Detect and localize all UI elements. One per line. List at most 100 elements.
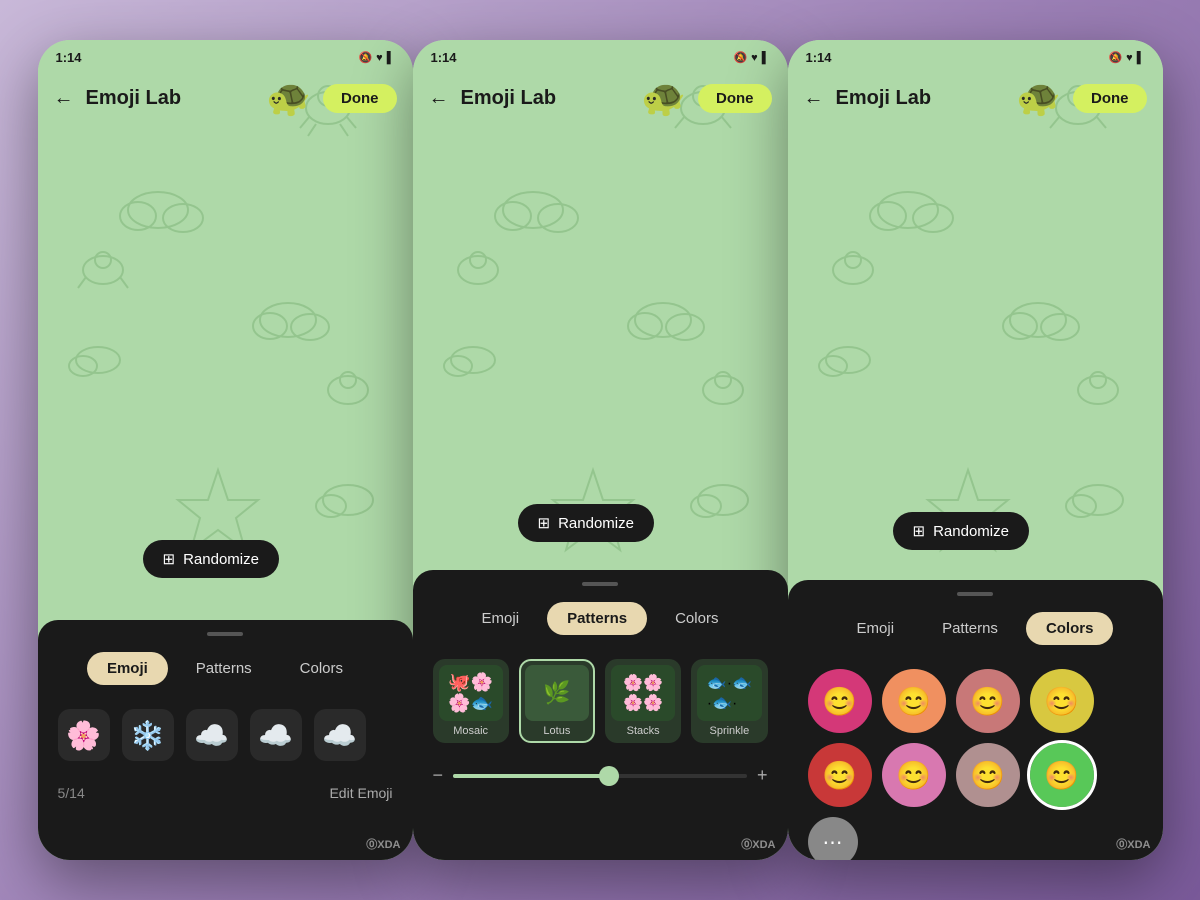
time-1: 1:14 — [56, 50, 82, 65]
edit-emoji-btn-1[interactable]: Edit Emoji — [329, 785, 392, 801]
randomize-button-2[interactable]: ⊞ Randomize — [518, 504, 654, 542]
watermark-1: ⓪XDA — [366, 836, 400, 852]
bottom-sheet-3: Emoji Patterns Colors 😊 😊 😊 😊 — [788, 580, 1163, 860]
tabs-1: Emoji Patterns Colors — [54, 652, 397, 685]
app-header-1: ← Emoji Lab 🐢 Done — [38, 69, 413, 127]
color-item-3[interactable]: 😊 — [956, 669, 1020, 733]
pattern-thumb-lotus: 🌿 — [525, 665, 589, 721]
heart-icon: ♥ — [376, 52, 383, 64]
app-title-3: Emoji Lab — [836, 87, 1005, 110]
pattern-label-mosaic: Mosaic — [453, 725, 488, 737]
tab-emoji-3[interactable]: Emoji — [837, 612, 915, 645]
emoji-item-4[interactable]: ☁️ — [250, 709, 302, 761]
bottom-sheet-2: Emoji Patterns Colors 🐙🌸🌸🐟 Mosaic 🌿 Lotu… — [413, 570, 788, 860]
slider-fill-2 — [453, 774, 615, 778]
emoji-item-5[interactable]: ☁️ — [314, 709, 366, 761]
pattern-card-mosaic[interactable]: 🐙🌸🌸🐟 Mosaic — [433, 659, 509, 743]
tab-colors-2[interactable]: Colors — [655, 602, 738, 635]
app-header-3: ← Emoji Lab 🐢 Done — [788, 69, 1163, 127]
slider-thumb-2[interactable] — [599, 766, 619, 786]
back-button-3[interactable]: ← — [804, 87, 824, 110]
slider-plus-2[interactable]: + — [757, 765, 768, 786]
pattern-thumb-mosaic: 🐙🌸🌸🐟 — [439, 665, 503, 721]
bell-icon: 🔕 — [358, 51, 372, 64]
color-item-8[interactable]: 😊 — [1030, 743, 1094, 807]
color-face-5: 😊 — [822, 759, 857, 792]
tab-patterns-2[interactable]: Patterns — [547, 602, 647, 635]
pattern-cards-2: 🐙🌸🌸🐟 Mosaic 🌿 Lotus 🌸🌸🌸🌸 Stacks 🐟·🐟·🐟· S… — [429, 651, 772, 751]
pattern-card-stacks[interactable]: 🌸🌸🌸🌸 Stacks — [605, 659, 681, 743]
pattern-label-sprinkle: Sprinkle — [710, 725, 750, 737]
time-3: 1:14 — [806, 50, 832, 65]
randomize-button-1[interactable]: ⊞ Randomize — [143, 540, 279, 578]
battery-icon: ▌ — [387, 52, 395, 64]
turtle-icon-2: 🐢 — [641, 77, 686, 119]
app-title-1: Emoji Lab — [86, 87, 255, 110]
tab-patterns-1[interactable]: Patterns — [176, 652, 272, 685]
color-face-8: 😊 — [1044, 759, 1079, 792]
color-item-6[interactable]: 😊 — [882, 743, 946, 807]
sheet-handle-1 — [207, 632, 243, 636]
color-item-more[interactable]: ⋯ — [808, 817, 858, 860]
sheet-footer-1: 5/14 Edit Emoji — [54, 785, 397, 801]
slider-row-2: − + — [429, 765, 772, 786]
tab-emoji-1[interactable]: Emoji — [87, 652, 168, 685]
battery-icon-2: ▌ — [762, 52, 770, 64]
emoji-count-1: 5/14 — [58, 785, 85, 801]
emoji-item-1[interactable]: 🌸 — [58, 709, 110, 761]
done-button-2[interactable]: Done — [698, 84, 772, 113]
app-header-2: ← Emoji Lab 🐢 Done — [413, 69, 788, 127]
status-bar-3: 1:14 🔕 ♥ ▌ — [788, 40, 1163, 69]
randomize-button-3[interactable]: ⊞ Randomize — [893, 512, 1029, 550]
tab-emoji-2[interactable]: Emoji — [462, 602, 540, 635]
color-face-4: 😊 — [1044, 685, 1079, 718]
back-button-1[interactable]: ← — [54, 87, 74, 110]
pattern-card-lotus[interactable]: 🌿 Lotus — [519, 659, 595, 743]
color-item-2[interactable]: 😊 — [882, 669, 946, 733]
back-button-2[interactable]: ← — [429, 87, 449, 110]
pattern-thumb-stacks: 🌸🌸🌸🌸 — [611, 665, 675, 721]
emoji-item-3[interactable]: ☁️ — [186, 709, 238, 761]
battery-icon-3: ▌ — [1137, 52, 1145, 64]
sheet-handle-2 — [582, 582, 618, 586]
pattern-label-lotus: Lotus — [543, 725, 570, 737]
color-face-7: 😊 — [970, 759, 1005, 792]
tab-patterns-3[interactable]: Patterns — [922, 612, 1018, 645]
watermark-2: ⓪XDA — [741, 836, 775, 852]
status-icons-2: 🔕 ♥ ▌ — [733, 51, 769, 64]
randomize-icon-1: ⊞ — [163, 550, 176, 568]
slider-track-2[interactable] — [453, 774, 747, 778]
bell-icon-2: 🔕 — [733, 51, 747, 64]
pattern-card-sprinkle[interactable]: 🐟·🐟·🐟· Sprinkle — [691, 659, 767, 743]
heart-icon-3: ♥ — [1126, 52, 1133, 64]
status-bar-2: 1:14 🔕 ♥ ▌ — [413, 40, 788, 69]
tab-colors-3[interactable]: Colors — [1026, 612, 1114, 645]
status-icons-1: 🔕 ♥ ▌ — [358, 51, 394, 64]
color-item-4[interactable]: 😊 — [1030, 669, 1094, 733]
emoji-item-2[interactable]: ❄️ — [122, 709, 174, 761]
tab-colors-1[interactable]: Colors — [280, 652, 363, 685]
bottom-sheet-1: Emoji Patterns Colors 🌸 ❄️ ☁️ ☁️ ☁️ 5/14… — [38, 620, 413, 860]
color-item-5[interactable]: 😊 — [808, 743, 872, 807]
app-title-2: Emoji Lab — [461, 87, 630, 110]
color-item-7[interactable]: 😊 — [956, 743, 1020, 807]
randomize-icon-3: ⊞ — [913, 522, 926, 540]
done-button-3[interactable]: Done — [1073, 84, 1147, 113]
more-icon: ⋯ — [823, 830, 843, 855]
status-bar-1: 1:14 🔕 ♥ ▌ — [38, 40, 413, 69]
tabs-2: Emoji Patterns Colors — [429, 602, 772, 635]
heart-icon-2: ♥ — [751, 52, 758, 64]
color-face-1: 😊 — [822, 685, 857, 718]
phone-frame-1: 1:14 🔕 ♥ ▌ ← Emoji Lab 🐢 Done ⊞ Randomiz… — [38, 40, 413, 860]
color-item-1[interactable]: 😊 — [808, 669, 872, 733]
color-face-3: 😊 — [970, 685, 1005, 718]
status-icons-3: 🔕 ♥ ▌ — [1108, 51, 1144, 64]
colors-grid-3: 😊 😊 😊 😊 😊 😊 😊 — [804, 661, 1147, 860]
slider-minus-2[interactable]: − — [433, 765, 444, 786]
emoji-grid-1: 🌸 ❄️ ☁️ ☁️ ☁️ — [54, 701, 397, 769]
randomize-label-1: Randomize — [183, 551, 259, 568]
bell-icon-3: 🔕 — [1108, 51, 1122, 64]
color-face-6: 😊 — [896, 759, 931, 792]
randomize-label-3: Randomize — [933, 523, 1009, 540]
done-button-1[interactable]: Done — [323, 84, 397, 113]
